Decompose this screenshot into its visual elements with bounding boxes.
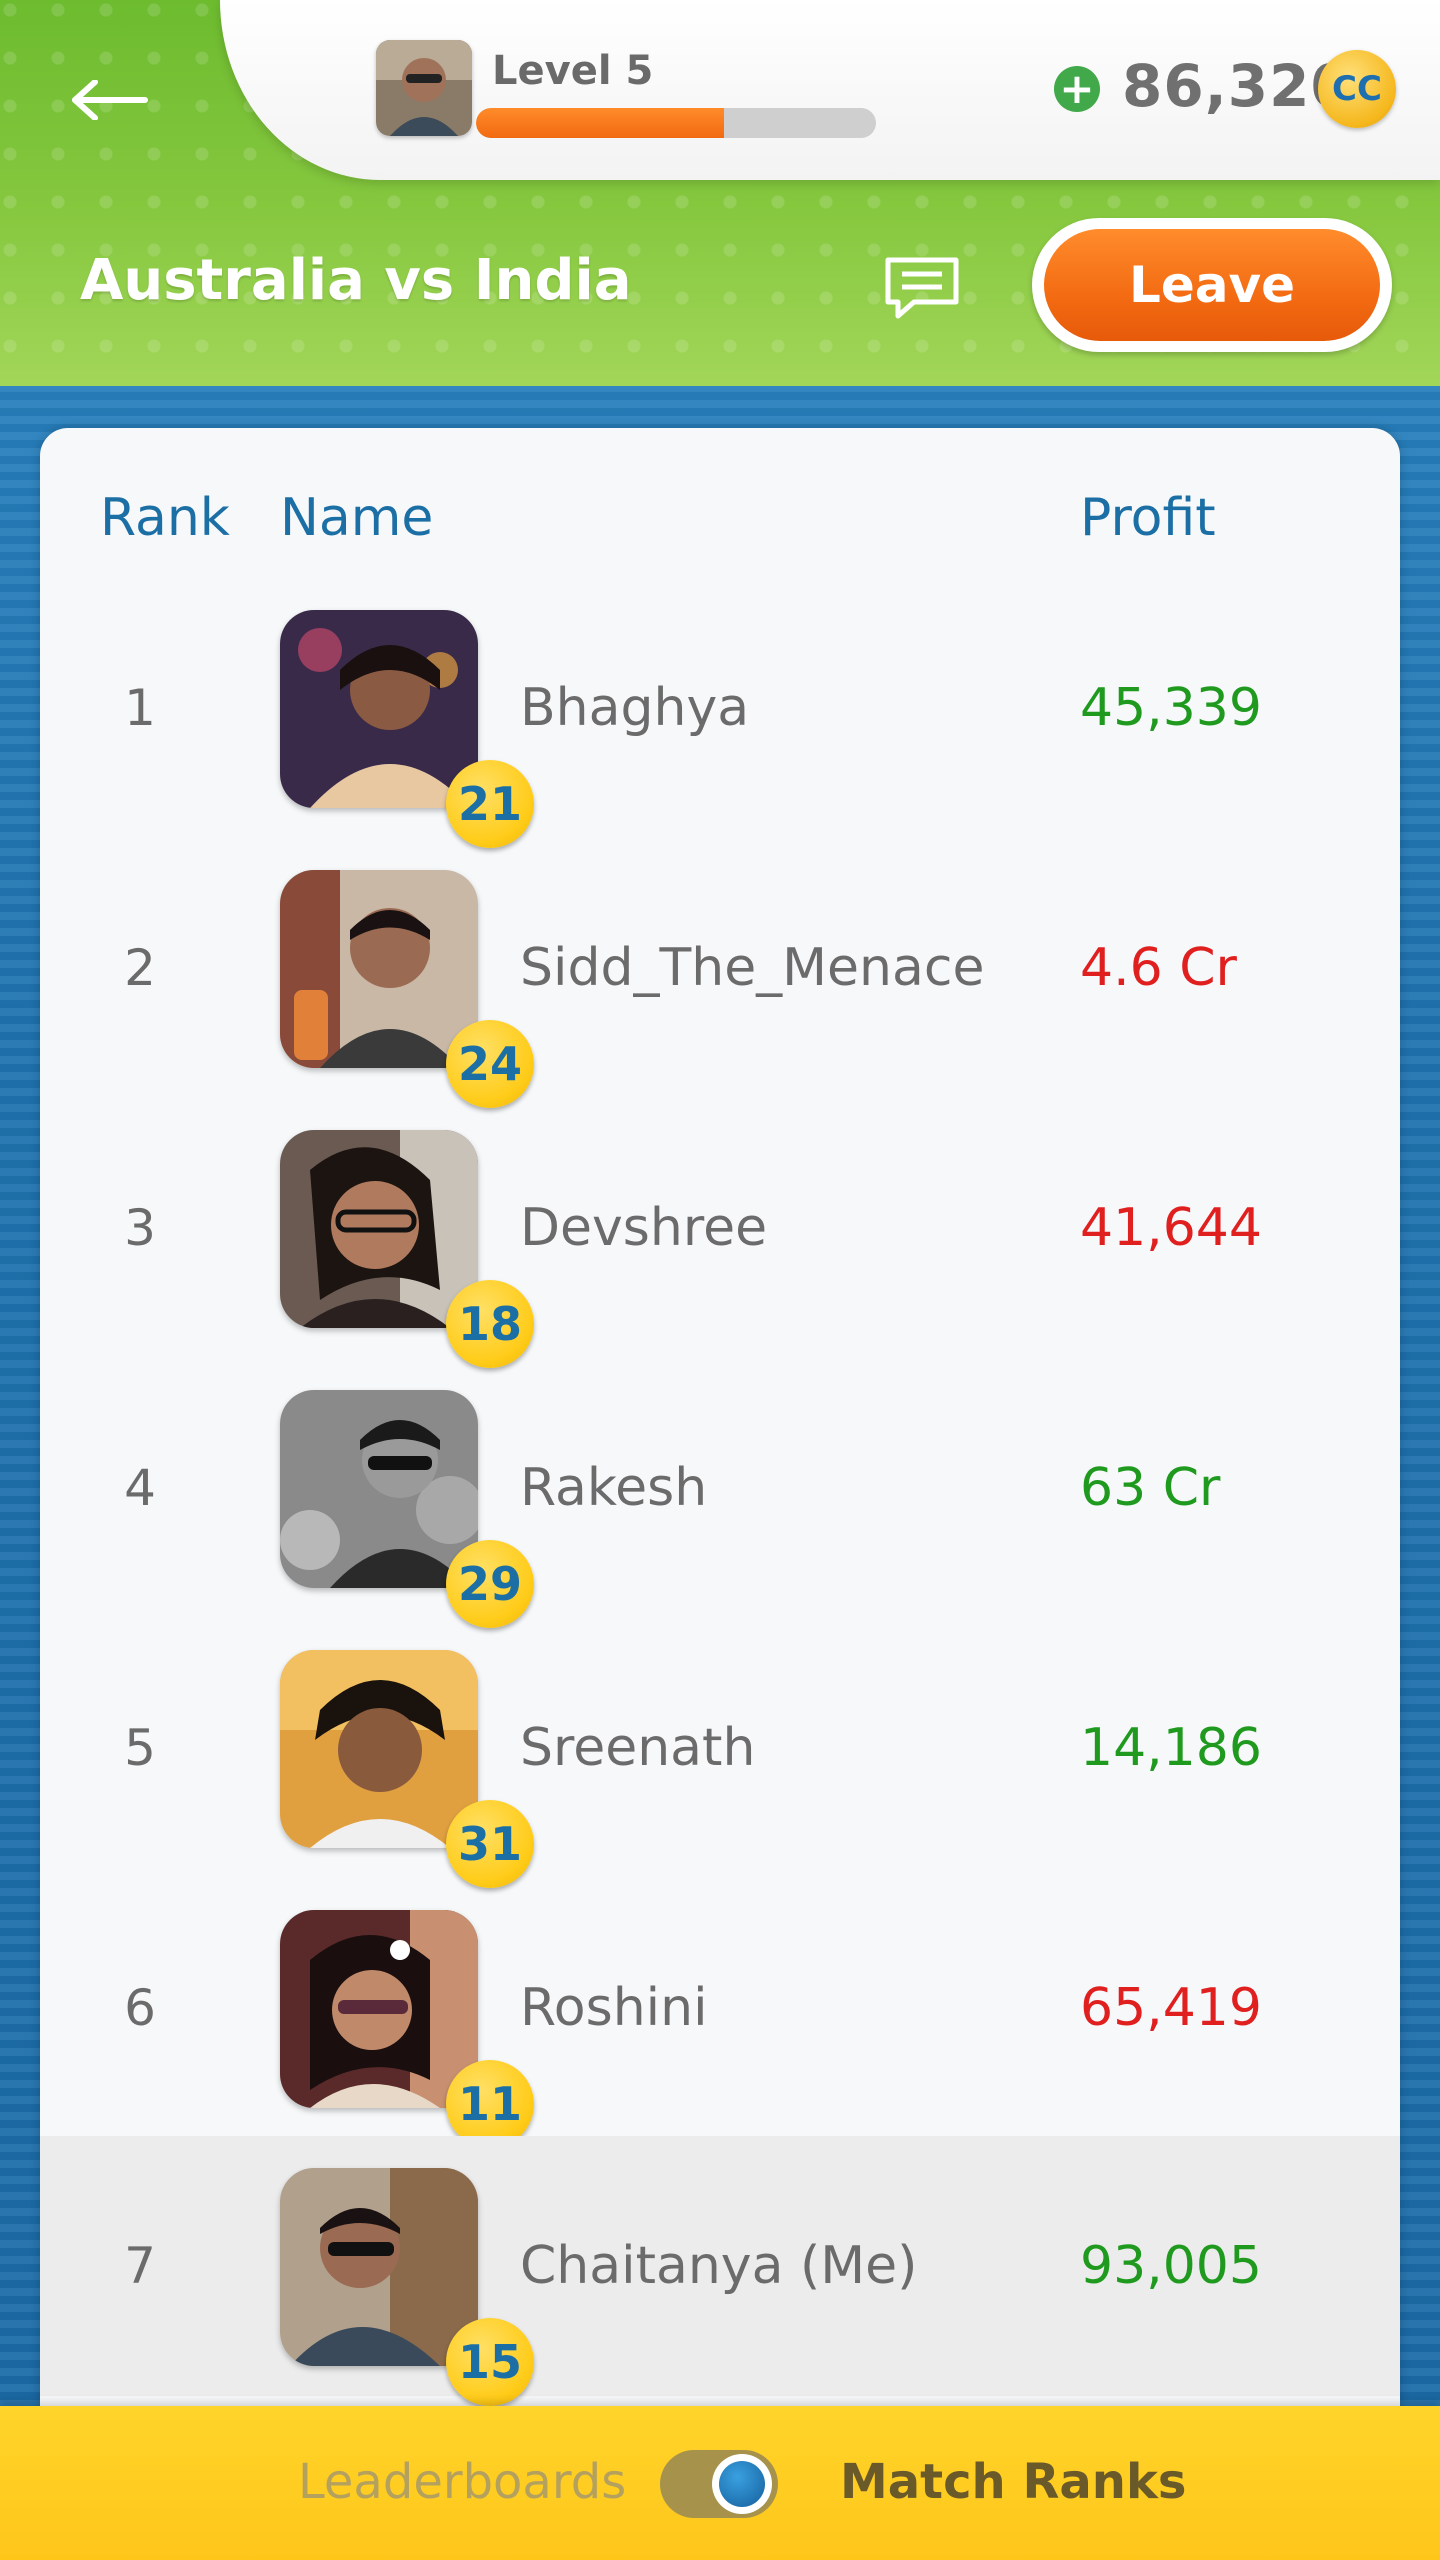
avatar-photo (280, 870, 478, 1068)
avatar-photo (280, 1910, 478, 2108)
profile-photo (376, 40, 472, 136)
chat-bubble-icon (885, 257, 959, 319)
player-name: Roshini (520, 1978, 708, 2038)
rank-cell: 7 (124, 2237, 156, 2295)
player-avatar[interactable]: 29 (280, 1390, 534, 1628)
rank-cell: 5 (124, 1719, 156, 1777)
profit-value: 4.6 Cr (1080, 938, 1237, 998)
player-avatar[interactable]: 24 (280, 870, 534, 1108)
player-name: Devshree (520, 1198, 768, 1258)
bottom-bar: Leaderboards Match Ranks (0, 2406, 1440, 2560)
player-avatar[interactable]: 31 (280, 1650, 534, 1888)
profit-value: 41,644 (1080, 1198, 1262, 1258)
view-toggle-switch[interactable] (660, 2450, 778, 2518)
avatar-photo (280, 610, 478, 808)
back-button[interactable] (64, 70, 154, 130)
rank-cell: 2 (124, 939, 156, 997)
arrow-left-icon (72, 80, 148, 120)
rank-cell: 1 (124, 679, 156, 737)
player-avatar[interactable]: 18 (280, 1130, 534, 1368)
player-avatar[interactable]: 11 (280, 1910, 534, 2148)
avatar-photo (280, 1130, 478, 1328)
table-row[interactable]: 6 11 Roshini 65,419 (40, 1878, 1400, 2148)
chat-button[interactable] (884, 256, 960, 320)
profit-value: 45,339 (1080, 678, 1262, 738)
column-header-rank: Rank (100, 488, 230, 548)
leave-button-label: Leave (1044, 229, 1380, 341)
tab-match-ranks[interactable]: Match Ranks (840, 2454, 1186, 2510)
header: Level 5 + 86,320 CC Australia vs India L… (0, 0, 1440, 386)
player-avatar[interactable]: 21 (280, 610, 534, 848)
rank-cell: 4 (124, 1459, 156, 1517)
column-header-profit: Profit (1080, 488, 1216, 548)
rank-cell: 6 (124, 1979, 156, 2037)
leave-button[interactable]: Leave (1032, 218, 1392, 352)
player-name: Rakesh (520, 1458, 708, 1518)
plus-circle-icon: + (1059, 64, 1095, 113)
table-row[interactable]: 5 31 Sreenath 14,186 (40, 1618, 1400, 1888)
column-header-name: Name (280, 488, 434, 548)
profile-avatar[interactable] (376, 40, 472, 136)
player-avatar[interactable]: 15 (280, 2168, 534, 2406)
cc-coin-icon: CC (1318, 50, 1396, 128)
xp-progress-bar (476, 108, 876, 138)
profit-value: 63 Cr (1080, 1458, 1221, 1518)
avatar-photo (280, 1650, 478, 1848)
table-row[interactable]: 3 18 Devshree 41,644 (40, 1098, 1400, 1368)
profit-value: 14,186 (1080, 1718, 1262, 1778)
profit-value: 65,419 (1080, 1978, 1262, 2038)
tab-leaderboards[interactable]: Leaderboards (298, 2454, 626, 2510)
player-name: Chaitanya (Me) (520, 2236, 918, 2296)
profit-value: 93,005 (1080, 2236, 1262, 2296)
rank-cell: 3 (124, 1199, 156, 1257)
table-row[interactable]: 1 21 Bhaghya 45,339 (40, 578, 1400, 848)
table-row[interactable]: 4 29 Rakesh 63 Cr (40, 1358, 1400, 1628)
player-name: Bhaghya (520, 678, 750, 738)
player-name: Sreenath (520, 1718, 756, 1778)
player-name: Sidd_The_Menace (520, 938, 985, 998)
toggle-knob (712, 2454, 772, 2514)
add-coins-button[interactable]: + (1054, 66, 1100, 112)
level-label: Level 5 (492, 48, 654, 94)
match-title: Australia vs India (80, 248, 632, 313)
table-row-current-user[interactable]: 7 15 Chaitanya (Me) 93,005 (40, 2136, 1400, 2406)
xp-progress-fill (476, 108, 724, 138)
avatar-photo (280, 1390, 478, 1588)
table-row[interactable]: 2 24 Sidd_The_Menace 4.6 Cr (40, 838, 1400, 1108)
leaderboard-card: Rank Name Profit 1 21 Bhaghya 45,339 2 2… (40, 428, 1400, 2560)
avatar-photo (280, 2168, 478, 2366)
